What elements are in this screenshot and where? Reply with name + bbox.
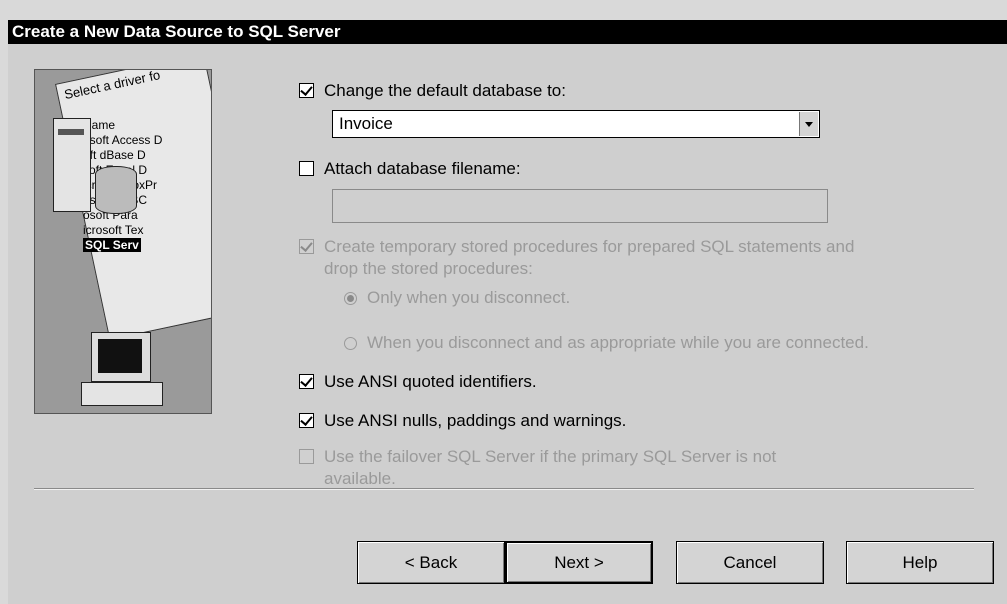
wizard-dialog: Select a driver fo Name osoft Access D o… [8, 44, 1007, 604]
attach-db-label: Attach database filename: [324, 159, 521, 178]
radio-appropriate-label: When you disconnect and as appropriate w… [367, 333, 869, 352]
chevron-down-icon[interactable] [799, 112, 818, 136]
back-button[interactable]: < Back [357, 541, 505, 584]
radio-only-disconnect-button[interactable] [344, 291, 357, 305]
create-temp-procs-label: Create temporary stored procedures for p… [324, 236, 854, 280]
wizard-illustration: Select a driver fo Name osoft Access D o… [34, 69, 212, 414]
computer-monitor-icon [91, 332, 151, 382]
failover-label: Use the failover SQL Server if the prima… [324, 446, 776, 490]
create-temp-procs-label-line1: Create temporary stored procedures for p… [324, 237, 855, 256]
failover-checkbox[interactable] [299, 449, 314, 464]
ansi-nulls-checkbox[interactable] [299, 413, 314, 428]
driver-list-item: Name [83, 118, 116, 132]
separator [34, 488, 974, 490]
change-default-db-option[interactable]: Change the default database to: [299, 80, 566, 102]
change-default-db-label: Change the default database to: [324, 81, 566, 100]
radio-only-disconnect[interactable]: Only when you disconnect. [344, 287, 570, 309]
next-button[interactable]: Next > [505, 541, 653, 584]
attach-db-option[interactable]: Attach database filename: [299, 158, 521, 180]
change-default-db-checkbox[interactable] [299, 83, 314, 98]
computer-base-icon [81, 382, 163, 406]
cancel-button[interactable]: Cancel [676, 541, 824, 584]
attach-db-filename-field[interactable] [332, 189, 828, 223]
ansi-quoted-label: Use ANSI quoted identifiers. [324, 372, 537, 391]
failover-option[interactable]: Use the failover SQL Server if the prima… [299, 446, 776, 490]
create-temp-procs-checkbox[interactable] [299, 239, 314, 254]
driver-list-item: osoft Access D [83, 133, 163, 147]
ansi-nulls-option[interactable]: Use ANSI nulls, paddings and warnings. [299, 410, 626, 432]
radio-only-disconnect-label: Only when you disconnect. [367, 288, 571, 307]
server-icon [53, 118, 91, 212]
driver-list-item: icrosoft Tex [83, 223, 144, 237]
radio-appropriate[interactable]: When you disconnect and as appropriate w… [344, 332, 869, 354]
create-temp-procs-label-line2: drop the stored procedures: [324, 259, 533, 278]
attach-db-checkbox[interactable] [299, 161, 314, 176]
driver-list-item: oft dBase D [83, 148, 146, 162]
database-icon [95, 166, 137, 214]
driver-list-selected: SQL Serv [83, 238, 141, 252]
default-database-combo[interactable]: Invoice [332, 110, 820, 138]
radio-appropriate-button[interactable] [344, 336, 357, 350]
driver-list-caption: Select a driver fo [62, 69, 162, 103]
help-button[interactable]: Help [846, 541, 994, 584]
ansi-nulls-label: Use ANSI nulls, paddings and warnings. [324, 411, 627, 430]
ansi-quoted-option[interactable]: Use ANSI quoted identifiers. [299, 371, 537, 393]
window-title: Create a New Data Source to SQL Server [8, 20, 1007, 44]
default-database-value: Invoice [339, 114, 393, 133]
ansi-quoted-checkbox[interactable] [299, 374, 314, 389]
create-temp-procs-option[interactable]: Create temporary stored procedures for p… [299, 236, 854, 280]
failover-label-line1: Use the failover SQL Server if the prima… [324, 447, 777, 466]
failover-label-line2: available. [324, 469, 396, 488]
